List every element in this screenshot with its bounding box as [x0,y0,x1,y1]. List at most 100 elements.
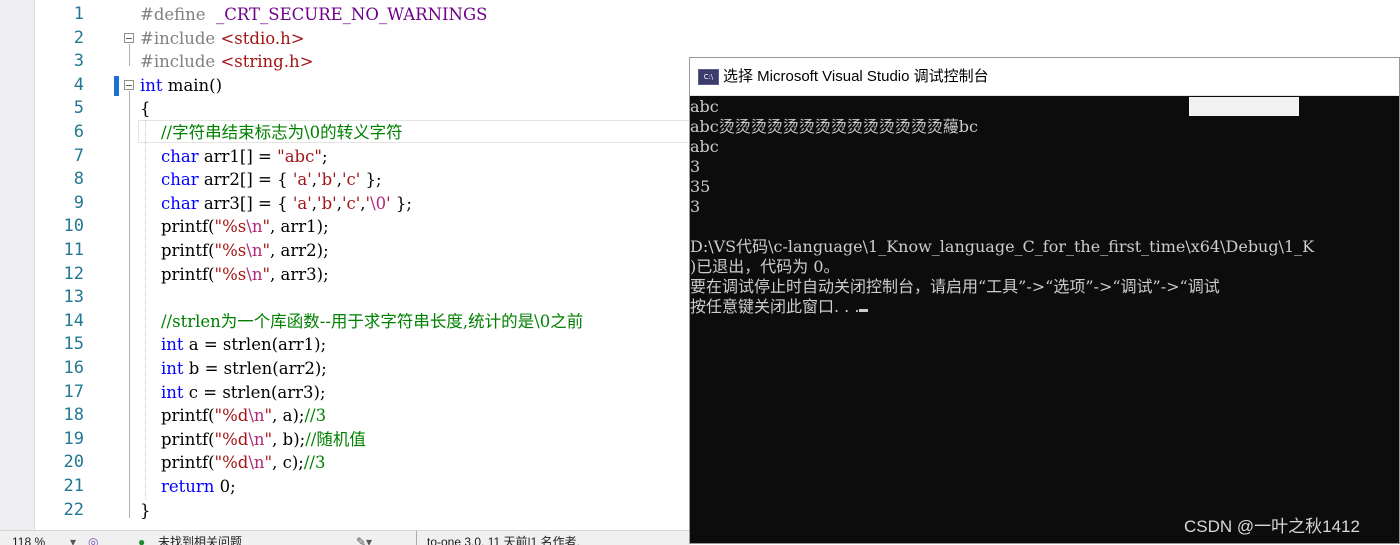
console-line-text: D:\VS代码\c-language\1_Know_language_C_for… [690,237,1315,256]
code-token: arr3[] = { [198,193,293,213]
console-line-text: 3 [690,157,701,176]
console-line: 3 [690,197,700,217]
console-line-text: 35 [690,177,711,196]
code-text: int b = strlen(arr2); [140,357,327,381]
code-token: \0 [370,193,387,213]
code-token: "%d [214,429,249,449]
code-token: return [160,477,215,496]
code-token: printf( [140,453,215,473]
code-token: , arr2); [270,241,329,260]
code-token: , b); [272,429,306,449]
console-line: )已退出，代码为 0。 [690,257,840,277]
code-token: "%d [214,453,249,473]
console-output[interactable]: abc abc烫烫烫烫烫烫烫烫烫烫烫烫烫烫蘰bc abc 3 35 3 D:\VS代码\c-… [690,97,1399,543]
code-token: #include [140,52,221,72]
code-token: printf( [140,217,215,237]
console-line: abc [690,137,719,157]
code-token: //随机值 [305,429,366,449]
issues-status[interactable]: 未找到相关问题 [158,531,242,545]
code-token: " [262,264,271,284]
line-number: 18 [63,405,84,426]
code-token: "abc" [277,146,322,166]
code-token: _CRT_SECURE_NO_WARNINGS [216,5,488,24]
code-text: char arr2[] = { 'a','b','c' }; [140,168,382,192]
code-text: int a = strlen(arr1); [140,333,326,357]
line-number: 1 [73,4,84,24]
code-token: , c); [272,453,304,473]
code-token: c = strlen(arr3); [183,382,326,402]
zoom-level[interactable]: 118 % [12,531,45,545]
code-token: a = strlen(arr1); [183,335,327,355]
zoom-dropdown-icon[interactable]: ▾ [70,531,76,545]
console-line: 按任意键关闭此窗口. . . [690,297,869,317]
code-token: { [140,99,151,119]
code-token: //strlen为一个库函数--用于求字符串长度,统计的是\0之前 [140,311,584,331]
line-number: 11 [63,240,84,260]
code-text: //字符串结束标志为\0的转义字符 [140,121,403,145]
line-number: 7 [73,145,84,166]
code-token: b = strlen(arr2); [183,359,327,378]
code-token: 'b' [317,193,337,213]
code-text: { [140,97,151,121]
code-token: <stdio.h> [220,28,305,48]
line-number: 20 [63,452,84,473]
git-blame[interactable]: to-one 3.0, 11 天前|1 名作者, [416,531,580,545]
code-token: 'c' [341,170,361,190]
line-number: 8 [73,169,84,190]
code-token: 'a' [292,170,312,190]
code-token: int [160,382,184,402]
code-token: 'a' [292,193,312,213]
code-line[interactable]: 1 #define _CRT_SECURE_NO_WARNINGS [0,3,1400,27]
console-title: 选择 Microsoft Visual Studio 调试控制台 [723,68,989,85]
code-token: " [264,429,273,449]
code-token: \n [246,217,263,237]
code-text: printf("%d\n", b);//随机值 [140,428,366,452]
code-token: 0; [214,477,236,496]
code-token: //字符串结束标志为\0的转义字符 [140,123,403,142]
console-line-text: 按任意键关闭此窗口. . . [690,297,860,316]
code-token: #include [140,28,221,48]
code-token: printf( [140,429,215,449]
code-token: " [262,241,271,260]
code-text: printf("%d\n", a);//3 [140,404,326,428]
console-line: D:\VS代码\c-language\1_Know_language_C_for… [690,237,1314,257]
line-number: 19 [63,428,84,449]
brush-icon[interactable]: ✎▾ [356,531,372,545]
code-token: , arr1); [270,217,329,237]
code-token: char [160,193,199,213]
code-token: "%s [214,241,247,260]
code-text: int main() [140,74,222,98]
code-text: printf("%s\n", arr1); [140,215,329,239]
code-token: arr2[] = { [198,170,293,190]
line-number: 4 [73,74,84,95]
code-token: \n [248,453,265,473]
code-token: int [160,359,184,378]
console-line: abc [690,97,719,117]
code-line[interactable]: 2 #include <stdio.h> [0,27,1400,51]
line-number: 21 [63,476,84,496]
code-token: 'c' [341,193,361,213]
code-text: printf("%d\n", c);//3 [140,451,326,475]
code-text: #define _CRT_SECURE_NO_WARNINGS [140,3,487,27]
code-token: arr1[] = [198,146,278,166]
copilot-icon[interactable]: ◎ [88,531,98,545]
code-token: " [262,217,271,237]
code-token: \n [246,264,263,284]
line-number: 2 [73,27,84,48]
code-token: //3 [304,406,327,426]
code-token: int [140,75,163,95]
console-line-text: 要在调试停止时自动关闭控制台，请启用“工具”->“选项”->“调试”->“调试 [690,277,1220,296]
watermark: CSDN @一叶之秋1412 [1184,517,1360,536]
debug-console-window[interactable]: C:\ 选择 Microsoft Visual Studio 调试控制台 abc… [689,57,1400,544]
console-line-text: abc [690,137,719,156]
code-token: , arr3); [270,264,329,284]
console-titlebar[interactable]: C:\ 选择 Microsoft Visual Studio 调试控制台 [690,58,1399,96]
code-token: #define [140,5,217,24]
check-icon: ● [138,535,146,545]
code-token: "%s [214,264,247,284]
